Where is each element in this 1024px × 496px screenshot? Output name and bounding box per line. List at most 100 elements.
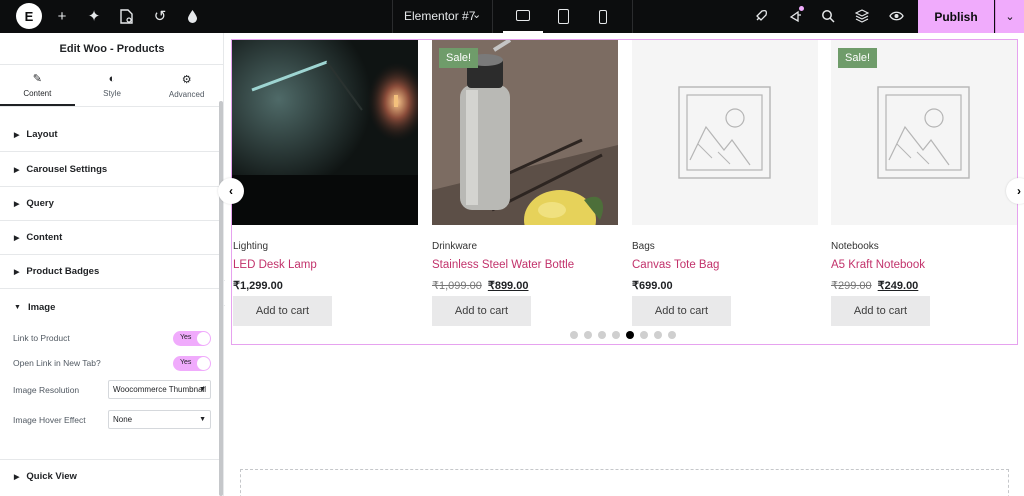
chevron-down-icon[interactable]: ⌄ (472, 8, 481, 21)
old-price: ₹1,099.00 (432, 280, 482, 292)
half-circle-icon: ◐ (108, 73, 116, 85)
add-to-cart-button[interactable]: Add to cart (233, 296, 332, 326)
divider (392, 0, 393, 33)
product-card[interactable]: Sale! (432, 40, 618, 225)
caret-right-icon: ▶ (14, 234, 20, 242)
carousel-pagination (570, 331, 676, 339)
history-icon[interactable]: ↺ (150, 6, 170, 26)
product-category: Drinkware (432, 241, 478, 252)
current-price: ₹899.00 (487, 280, 529, 292)
preview-eye-icon[interactable] (886, 6, 906, 26)
dropdown-arrow-icon: ▼ (199, 416, 206, 423)
placeholder-image-icon (678, 86, 771, 179)
divider (632, 0, 633, 33)
section-label: Query (26, 198, 54, 209)
caret-down-icon: ▼ (14, 303, 21, 311)
toggle-knob (197, 332, 210, 345)
pagination-dot[interactable] (668, 331, 676, 339)
image-resolution-select[interactable]: Woocommerce Thumbnail ▼ (108, 380, 211, 399)
product-card[interactable] (632, 40, 818, 225)
old-price: ₹299.00 (831, 280, 872, 292)
section-quick-view[interactable]: ▶ Quick View (0, 459, 224, 493)
product-category: Lighting (233, 241, 269, 252)
current-price: ₹699.00 (632, 280, 673, 292)
tab-label: Advanced (168, 89, 205, 99)
pagination-dot[interactable] (584, 331, 592, 339)
layers-icon[interactable] (852, 6, 872, 26)
pagination-dot[interactable] (626, 331, 634, 339)
rocket-icon[interactable] (751, 6, 771, 26)
tab-label: Content (23, 88, 52, 98)
section-label: Image (27, 301, 56, 313)
pagination-dot[interactable] (570, 331, 578, 339)
section-layout[interactable]: ▶ Layout (0, 118, 224, 152)
product-image[interactable] (232, 40, 418, 225)
tab-style[interactable]: ◐ Style (75, 65, 150, 106)
product-name-link[interactable]: Canvas Tote Bag (632, 259, 719, 271)
section-carousel-settings[interactable]: ▶ Carousel Settings (0, 153, 224, 187)
add-to-cart-button[interactable]: Add to cart (432, 296, 531, 326)
desktop-icon (516, 10, 530, 21)
section-content[interactable]: ▶ Content (0, 221, 224, 255)
product-name-link[interactable]: Stainless Steel Water Bottle (432, 259, 574, 271)
tablet-icon (557, 9, 569, 24)
tablet-view-button[interactable] (543, 0, 583, 33)
document-title[interactable]: Elementor #7 (404, 9, 475, 23)
product-name-link[interactable]: LED Desk Lamp (233, 259, 317, 271)
tab-content[interactable]: ✎ Content (0, 65, 75, 106)
product-card[interactable]: Sale! (831, 40, 1017, 225)
toggle-knob (197, 357, 210, 370)
editor-topbar: E + ✦ ↺ Elementor #7 ⌄ Publish ⌄ (0, 0, 1024, 33)
elementor-logo-icon[interactable]: E (16, 3, 42, 29)
caret-right-icon: ▶ (14, 131, 20, 139)
open-new-tab-toggle[interactable]: Yes (173, 356, 211, 371)
link-to-product-toggle[interactable]: Yes (173, 331, 211, 346)
product-image[interactable] (632, 40, 818, 225)
search-icon[interactable] (818, 6, 838, 26)
caret-right-icon: ▶ (14, 268, 20, 276)
page-settings-icon[interactable] (116, 6, 136, 26)
pagination-dot[interactable] (654, 331, 662, 339)
gear-icon: ⚙ (181, 73, 192, 86)
product-card[interactable] (232, 40, 418, 225)
divider (492, 0, 493, 33)
widget-settings-panel: Edit Woo - Products ✎ Content ◐ Style ⚙ … (0, 33, 224, 496)
pagination-dot[interactable] (598, 331, 606, 339)
tab-advanced[interactable]: ⚙ Advanced (149, 65, 224, 106)
panel-scrollbar[interactable] (219, 101, 223, 496)
product-category: Notebooks (831, 241, 879, 252)
publish-options-chevron-icon[interactable]: ⌄ (995, 0, 1024, 33)
product-category: Bags (632, 241, 655, 252)
open-new-tab-label: Open Link in New Tab? (13, 358, 101, 368)
theme-style-icon[interactable] (182, 6, 202, 26)
section-product-badges[interactable]: ▶ Product Badges (0, 255, 224, 289)
add-to-cart-button[interactable]: Add to cart (831, 296, 930, 326)
select-value: None (113, 415, 133, 424)
product-price: ₹299.00 ₹249.00 (831, 279, 918, 292)
desktop-view-button[interactable] (503, 0, 543, 33)
image-hover-effect-select[interactable]: None ▼ (108, 410, 211, 429)
desk-lamp-photo (232, 40, 418, 225)
add-element-icon[interactable]: + (52, 6, 72, 26)
carousel-prev-arrow-icon[interactable]: ‹ (218, 178, 244, 204)
product-image[interactable]: Sale! (831, 40, 1017, 225)
sale-badge: Sale! (439, 48, 479, 68)
caret-right-icon: ▶ (14, 166, 20, 174)
section-image[interactable]: ▼ Image (0, 290, 224, 324)
ai-sparkle-icon[interactable]: ✦ (84, 6, 104, 26)
pagination-dot[interactable] (612, 331, 620, 339)
section-query[interactable]: ▶ Query (0, 187, 224, 221)
product-name-link[interactable]: A5 Kraft Notebook (831, 259, 925, 271)
notification-dot (799, 6, 804, 11)
toggle-label: Yes (180, 359, 192, 366)
add-section-drop-zone[interactable] (240, 469, 1009, 496)
product-image[interactable]: Sale! (432, 40, 618, 225)
dropdown-arrow-icon: ▼ (199, 386, 206, 393)
section-label: Layout (26, 129, 58, 140)
publish-button[interactable]: Publish (918, 0, 994, 33)
mobile-view-button[interactable] (583, 0, 623, 33)
panel-title: Edit Woo - Products (0, 33, 224, 65)
mobile-icon (599, 9, 607, 24)
pagination-dot[interactable] (640, 331, 648, 339)
add-to-cart-button[interactable]: Add to cart (632, 296, 731, 326)
